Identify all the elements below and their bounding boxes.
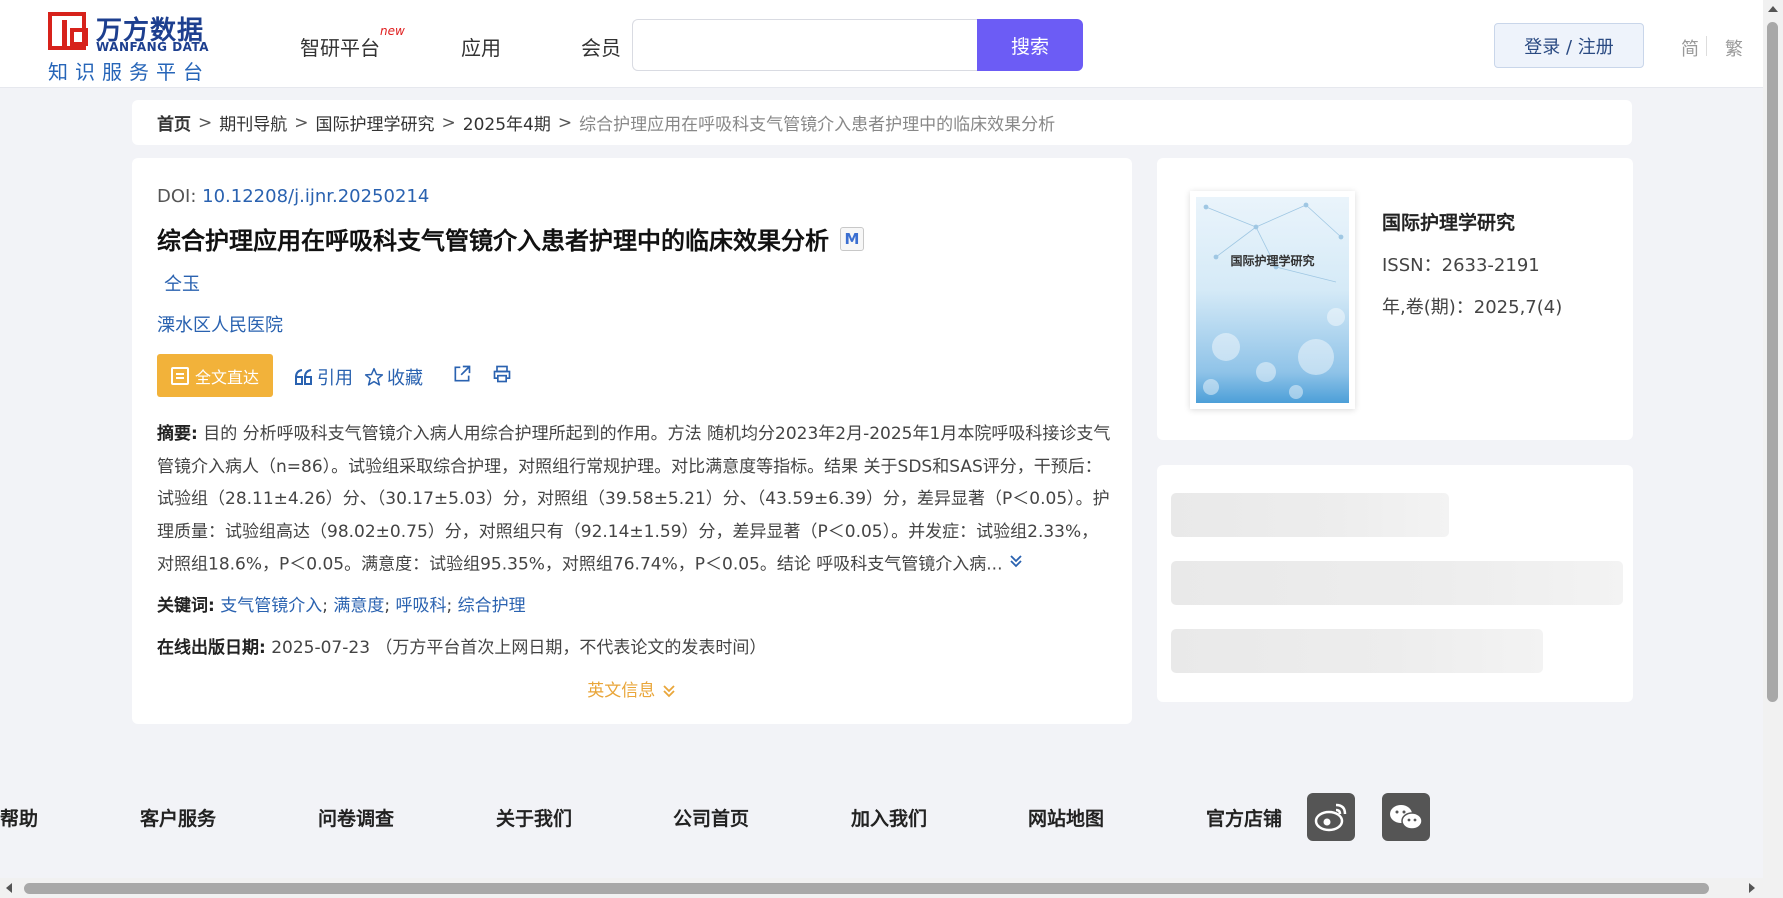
doi-link[interactable]: 10.12208/j.ijnr.20250214	[202, 186, 429, 207]
lang-simplified[interactable]: 简	[1681, 35, 1699, 61]
keyword-sep: ;	[322, 596, 328, 616]
pubdate-note: （万方平台首次上网日期，不代表论文的发表时间）	[375, 638, 767, 658]
breadcrumb-sep: >	[441, 112, 456, 133]
breadcrumb-current: 综合护理应用在呼吸科支气管镜介入患者护理中的临床效果分析	[579, 115, 1056, 135]
breadcrumb-home[interactable]: 首页	[157, 110, 191, 135]
organization-link[interactable]: 溧水区人民医院	[157, 311, 283, 337]
lang-traditional[interactable]: 繁	[1725, 35, 1743, 61]
footer-link-customer-service[interactable]: 客户服务	[140, 804, 216, 831]
nav-membership[interactable]: 会员	[581, 32, 621, 61]
footer-link-sitemap[interactable]: 网站地图	[1028, 804, 1104, 831]
keyword-link[interactable]: 支气管镜介入	[220, 596, 322, 616]
cover-network-pattern	[1203, 202, 1345, 399]
breadcrumb: 首页 > 期刊导航 > 国际护理学研究 > 2025年4期 > 综合护理应用在呼…	[132, 100, 1632, 145]
nav-zhiyan-label: 智研平台	[300, 36, 380, 60]
logo-english-name: WANFANG DATA	[96, 40, 210, 54]
favorite-label: 收藏	[387, 368, 423, 389]
m-badge-icon[interactable]: M	[840, 227, 864, 251]
cite-button[interactable]: 引用	[294, 364, 353, 390]
scroll-up-icon[interactable]	[1768, 6, 1778, 12]
breadcrumb-sep: >	[294, 112, 309, 133]
keyword-link[interactable]: 满意度	[333, 596, 384, 616]
article-card: DOI: 10.12208/j.ijnr.20250214 综合护理应用在呼吸科…	[132, 158, 1132, 724]
lang-divider	[1706, 36, 1707, 56]
nav-apps[interactable]: 应用	[461, 32, 501, 61]
nav-zhiyan[interactable]: 智研平台	[300, 32, 380, 61]
pubdate-label: 在线出版日期:	[157, 638, 266, 658]
cover-title: 国际护理学研究	[1230, 254, 1315, 268]
horizontal-scroll-thumb[interactable]	[24, 883, 1709, 894]
abstract-label: 摘要:	[157, 424, 198, 444]
footer-link-join[interactable]: 加入我们	[851, 804, 927, 831]
journal-volume: 年,卷(期)：2025,7(4)	[1382, 297, 1563, 318]
vertical-scroll-thumb[interactable]	[1767, 22, 1778, 702]
journal-cover[interactable]: 国际护理学研究	[1190, 191, 1355, 409]
quote-icon	[295, 369, 312, 385]
author-link[interactable]: 仝玉	[164, 270, 200, 296]
journal-issn: ISSN：2633-2191	[1382, 255, 1540, 276]
journal-card: 国际护理学研究 国际护理学研究 ISSN：2633-2191 年,卷(期)：20…	[1157, 158, 1633, 440]
breadcrumb-sep: >	[557, 112, 573, 133]
weibo-icon[interactable]	[1307, 793, 1355, 841]
footer-link-survey[interactable]: 问卷调查	[318, 804, 394, 831]
skeleton-line	[1171, 493, 1449, 537]
doi-line: DOI: 10.12208/j.ijnr.20250214	[157, 186, 429, 207]
fulltext-button[interactable]: 全文直达	[157, 354, 273, 397]
footer-link-company[interactable]: 公司首页	[673, 804, 749, 831]
footer-link-about[interactable]: 关于我们	[496, 804, 572, 831]
doi-label: DOI:	[157, 186, 197, 207]
breadcrumb-journal[interactable]: 国际护理学研究	[316, 110, 435, 135]
skeleton-line	[1171, 629, 1543, 673]
breadcrumb-issue[interactable]: 2025年4期	[463, 110, 551, 135]
keyword-link[interactable]: 呼吸科	[396, 596, 447, 616]
english-info-label: 英文信息	[587, 681, 656, 701]
share-icon	[454, 365, 471, 382]
wanfang-logo[interactable]: 万方数据 WANFANG DATA 知识服务平台	[48, 10, 218, 84]
print-icon	[493, 365, 511, 383]
fulltext-label: 全文直达	[194, 367, 259, 387]
new-badge: new	[380, 24, 405, 38]
top-header: 万方数据 WANFANG DATA 知识服务平台 智研平台 new 应用 会员 …	[0, 0, 1763, 88]
loading-skeleton-card	[1157, 465, 1633, 702]
nav-membership-label: 会员	[581, 36, 621, 60]
keyword-link[interactable]: 综合护理	[458, 596, 526, 616]
expand-abstract-icon[interactable]	[1008, 548, 1024, 581]
breadcrumb-journal-nav[interactable]: 期刊导航	[219, 110, 287, 135]
scroll-left-icon[interactable]	[6, 883, 12, 893]
abstract-text: 目的 分析呼吸科支气管镜介入病人用综合护理所起到的作用。方法 随机均分2023年…	[157, 424, 1111, 575]
scroll-right-icon[interactable]	[1749, 883, 1755, 893]
keyword-sep: ;	[446, 596, 453, 616]
abstract: 摘要: 目的 分析呼吸科支气管镜介入病人用综合护理所起到的作用。方法 随机均分2…	[157, 418, 1112, 581]
footer-link-help[interactable]: 帮助	[0, 804, 38, 831]
breadcrumb-sep: >	[198, 112, 213, 133]
article-title: 综合护理应用在呼吸科支气管镜介入患者护理中的临床效果分析	[157, 227, 829, 255]
keywords-line: 关键词: 支气管镜介入; 满意度; 呼吸科; 综合护理	[157, 591, 526, 616]
logo-mark-icon	[48, 12, 88, 50]
print-button[interactable]	[492, 364, 512, 384]
favorite-button[interactable]: 收藏	[364, 364, 423, 390]
search-input[interactable]	[632, 19, 977, 71]
keyword-sep: ;	[384, 596, 391, 616]
horizontal-scrollbar[interactable]	[0, 878, 1763, 898]
fulltext-icon	[170, 366, 189, 385]
pubdate-value: 2025-07-23	[271, 638, 371, 658]
footer-link-store[interactable]: 官方店铺	[1206, 804, 1282, 831]
pubdate-line: 在线出版日期: 2025-07-23 （万方平台首次上网日期，不代表论文的发表时…	[157, 633, 766, 658]
share-button[interactable]	[452, 364, 472, 384]
vertical-scrollbar[interactable]	[1763, 0, 1783, 898]
cite-label: 引用	[317, 368, 353, 389]
search-button[interactable]: 搜索	[977, 19, 1083, 71]
keywords-label: 关键词:	[157, 596, 215, 616]
chevron-down-icon	[663, 685, 675, 698]
english-info-toggle[interactable]: 英文信息	[132, 676, 1132, 701]
nav-apps-label: 应用	[461, 36, 501, 60]
star-icon	[364, 367, 384, 386]
login-register-button[interactable]: 登录 / 注册	[1494, 23, 1644, 68]
logo-subtitle: 知识服务平台	[48, 60, 210, 84]
journal-name[interactable]: 国际护理学研究	[1382, 208, 1515, 235]
cover-image: 国际护理学研究	[1196, 197, 1349, 403]
skeleton-line	[1171, 561, 1623, 605]
wechat-icon[interactable]	[1382, 793, 1430, 841]
